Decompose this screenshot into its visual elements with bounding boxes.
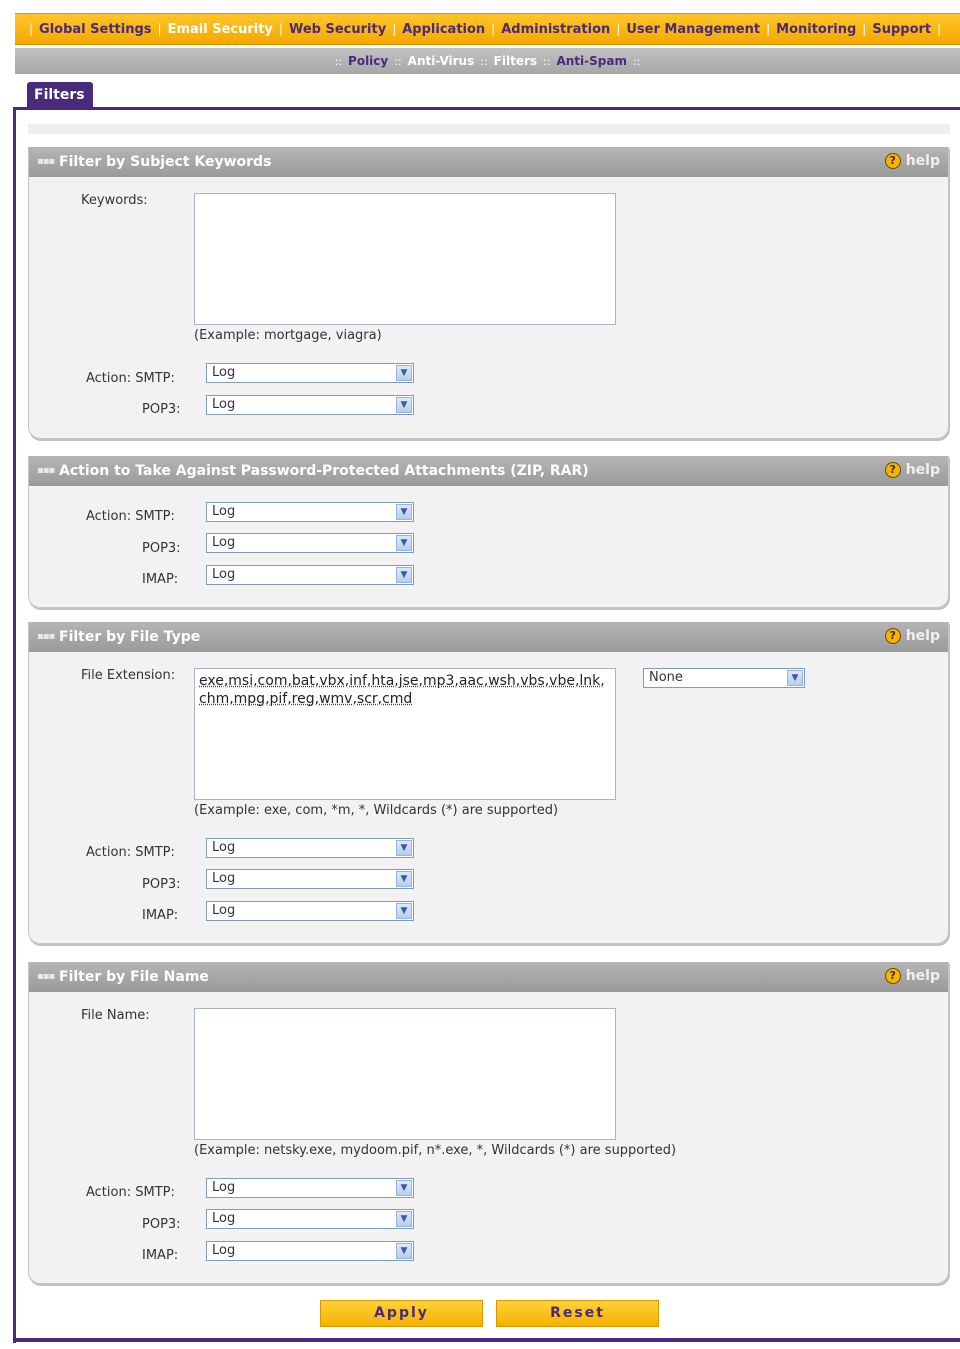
chevron-down-icon: ▼ (396, 567, 412, 583)
chevron-down-icon: ▼ (396, 871, 412, 887)
imap-label: IMAP: (142, 1248, 179, 1263)
chevron-down-icon: ▼ (396, 903, 412, 919)
subnav-anti-spam[interactable]: Anti-Spam (556, 54, 627, 68)
divider-bar (28, 124, 950, 134)
main-nav: | Global Settings | Email Security | Web… (15, 13, 960, 45)
apply-button[interactable]: Apply (320, 1300, 483, 1327)
help-icon: ? (884, 462, 901, 478)
help-icon: ? (884, 968, 901, 984)
subnav-anti-virus[interactable]: Anti-Virus (408, 54, 475, 68)
section-file-type: ▪▪▪ Filter by File Type ? help File Exte… (28, 622, 949, 944)
chevron-down-icon: ▼ (396, 840, 412, 856)
section-title: Filter by File Type (59, 629, 201, 645)
section-header: ▪▪▪ Action to Take Against Password-Prot… (29, 456, 948, 486)
frame-bottom-border (15, 1338, 960, 1342)
extension-preset-select[interactable]: None ▼ (643, 668, 805, 688)
pop3-action-select[interactable]: Log ▼ (206, 533, 414, 553)
chevron-down-icon: ▼ (396, 535, 412, 551)
pop3-label: POP3: (142, 402, 181, 417)
imap-label: IMAP: (142, 908, 179, 923)
section-header: ▪▪▪ Filter by Subject Keywords ? help (29, 147, 948, 177)
frame-top-border (15, 107, 960, 110)
smtp-label: Action: SMTP: (86, 1185, 175, 1200)
pop3-action-select[interactable]: Log ▼ (206, 395, 414, 415)
pop3-action-select[interactable]: Log ▼ (206, 1209, 414, 1229)
file-extension-input[interactable]: exe,msi,com,bat,vbx,inf,hta,jse,mp3,aac,… (194, 668, 616, 800)
pop3-action-select[interactable]: Log ▼ (206, 869, 414, 889)
keywords-example: (Example: mortgage, viagra) (194, 328, 382, 343)
file-name-label: File Name: (81, 1008, 150, 1023)
section-title: Filter by Subject Keywords (59, 154, 272, 170)
grip-icon: ▪▪▪ (37, 971, 55, 982)
pop3-label: POP3: (142, 1217, 181, 1232)
section-file-name: ▪▪▪ Filter by File Name ? help File Name… (28, 962, 949, 1284)
help-link[interactable]: ? help (884, 462, 940, 478)
smtp-label: Action: SMTP: (86, 509, 175, 524)
help-icon: ? (884, 153, 901, 169)
nav-administration[interactable]: Administration (501, 22, 610, 37)
chevron-down-icon: ▼ (396, 365, 412, 381)
chevron-down-icon: ▼ (787, 670, 803, 686)
reset-button[interactable]: Reset (496, 1300, 659, 1327)
subnav-filters[interactable]: Filters (494, 54, 537, 68)
frame-left-border (13, 107, 16, 1343)
nav-support[interactable]: Support (872, 22, 931, 37)
help-icon: ? (884, 628, 901, 644)
pop3-label: POP3: (142, 877, 181, 892)
keywords-label: Keywords: (81, 193, 148, 208)
section-password-attachments: ▪▪▪ Action to Take Against Password-Prot… (28, 456, 949, 608)
keywords-input[interactable] (194, 193, 616, 325)
grip-icon: ▪▪▪ (37, 465, 55, 476)
help-link[interactable]: ? help (884, 968, 940, 984)
smtp-action-select[interactable]: Log ▼ (206, 838, 414, 858)
sub-nav: :: Policy :: Anti-Virus :: Filters :: An… (15, 48, 960, 74)
smtp-action-select[interactable]: Log ▼ (206, 502, 414, 522)
nav-web-security[interactable]: Web Security (289, 22, 386, 37)
file-extension-example: (Example: exe, com, *m, *, Wildcards (*)… (194, 803, 559, 818)
smtp-label: Action: SMTP: (86, 845, 175, 860)
nav-monitoring[interactable]: Monitoring (776, 22, 856, 37)
grip-icon: ▪▪▪ (37, 156, 55, 167)
grip-icon: ▪▪▪ (37, 631, 55, 642)
chevron-down-icon: ▼ (396, 1211, 412, 1227)
smtp-action-select[interactable]: Log ▼ (206, 1178, 414, 1198)
chevron-down-icon: ▼ (396, 1243, 412, 1259)
section-title: Filter by File Name (59, 969, 209, 985)
imap-action-select[interactable]: Log ▼ (206, 901, 414, 921)
smtp-action-select[interactable]: Log ▼ (206, 363, 414, 383)
nav-email-security[interactable]: Email Security (168, 22, 273, 37)
subnav-policy[interactable]: Policy (348, 54, 388, 68)
section-subject-keywords: ▪▪▪ Filter by Subject Keywords ? help Ke… (28, 147, 949, 439)
section-header: ▪▪▪ Filter by File Type ? help (29, 622, 948, 652)
nav-user-management[interactable]: User Management (626, 22, 760, 37)
chevron-down-icon: ▼ (396, 397, 412, 413)
file-name-example: (Example: netsky.exe, mydoom.pif, n*.exe… (194, 1143, 677, 1158)
imap-label: IMAP: (142, 572, 179, 587)
imap-action-select[interactable]: Log ▼ (206, 1241, 414, 1261)
section-title: Action to Take Against Password-Protecte… (59, 463, 589, 479)
chevron-down-icon: ▼ (396, 1180, 412, 1196)
file-name-input[interactable] (194, 1008, 616, 1140)
nav-global-settings[interactable]: Global Settings (39, 22, 151, 37)
imap-action-select[interactable]: Log ▼ (206, 565, 414, 585)
file-extension-label: File Extension: (81, 668, 176, 683)
pop3-label: POP3: (142, 541, 181, 556)
smtp-label: Action: SMTP: (86, 371, 175, 386)
section-header: ▪▪▪ Filter by File Name ? help (29, 962, 948, 992)
tab-filters[interactable]: Filters (27, 82, 93, 109)
help-link[interactable]: ? help (884, 628, 940, 644)
chevron-down-icon: ▼ (396, 504, 412, 520)
help-link[interactable]: ? help (884, 153, 940, 169)
nav-application[interactable]: Application (402, 22, 485, 37)
